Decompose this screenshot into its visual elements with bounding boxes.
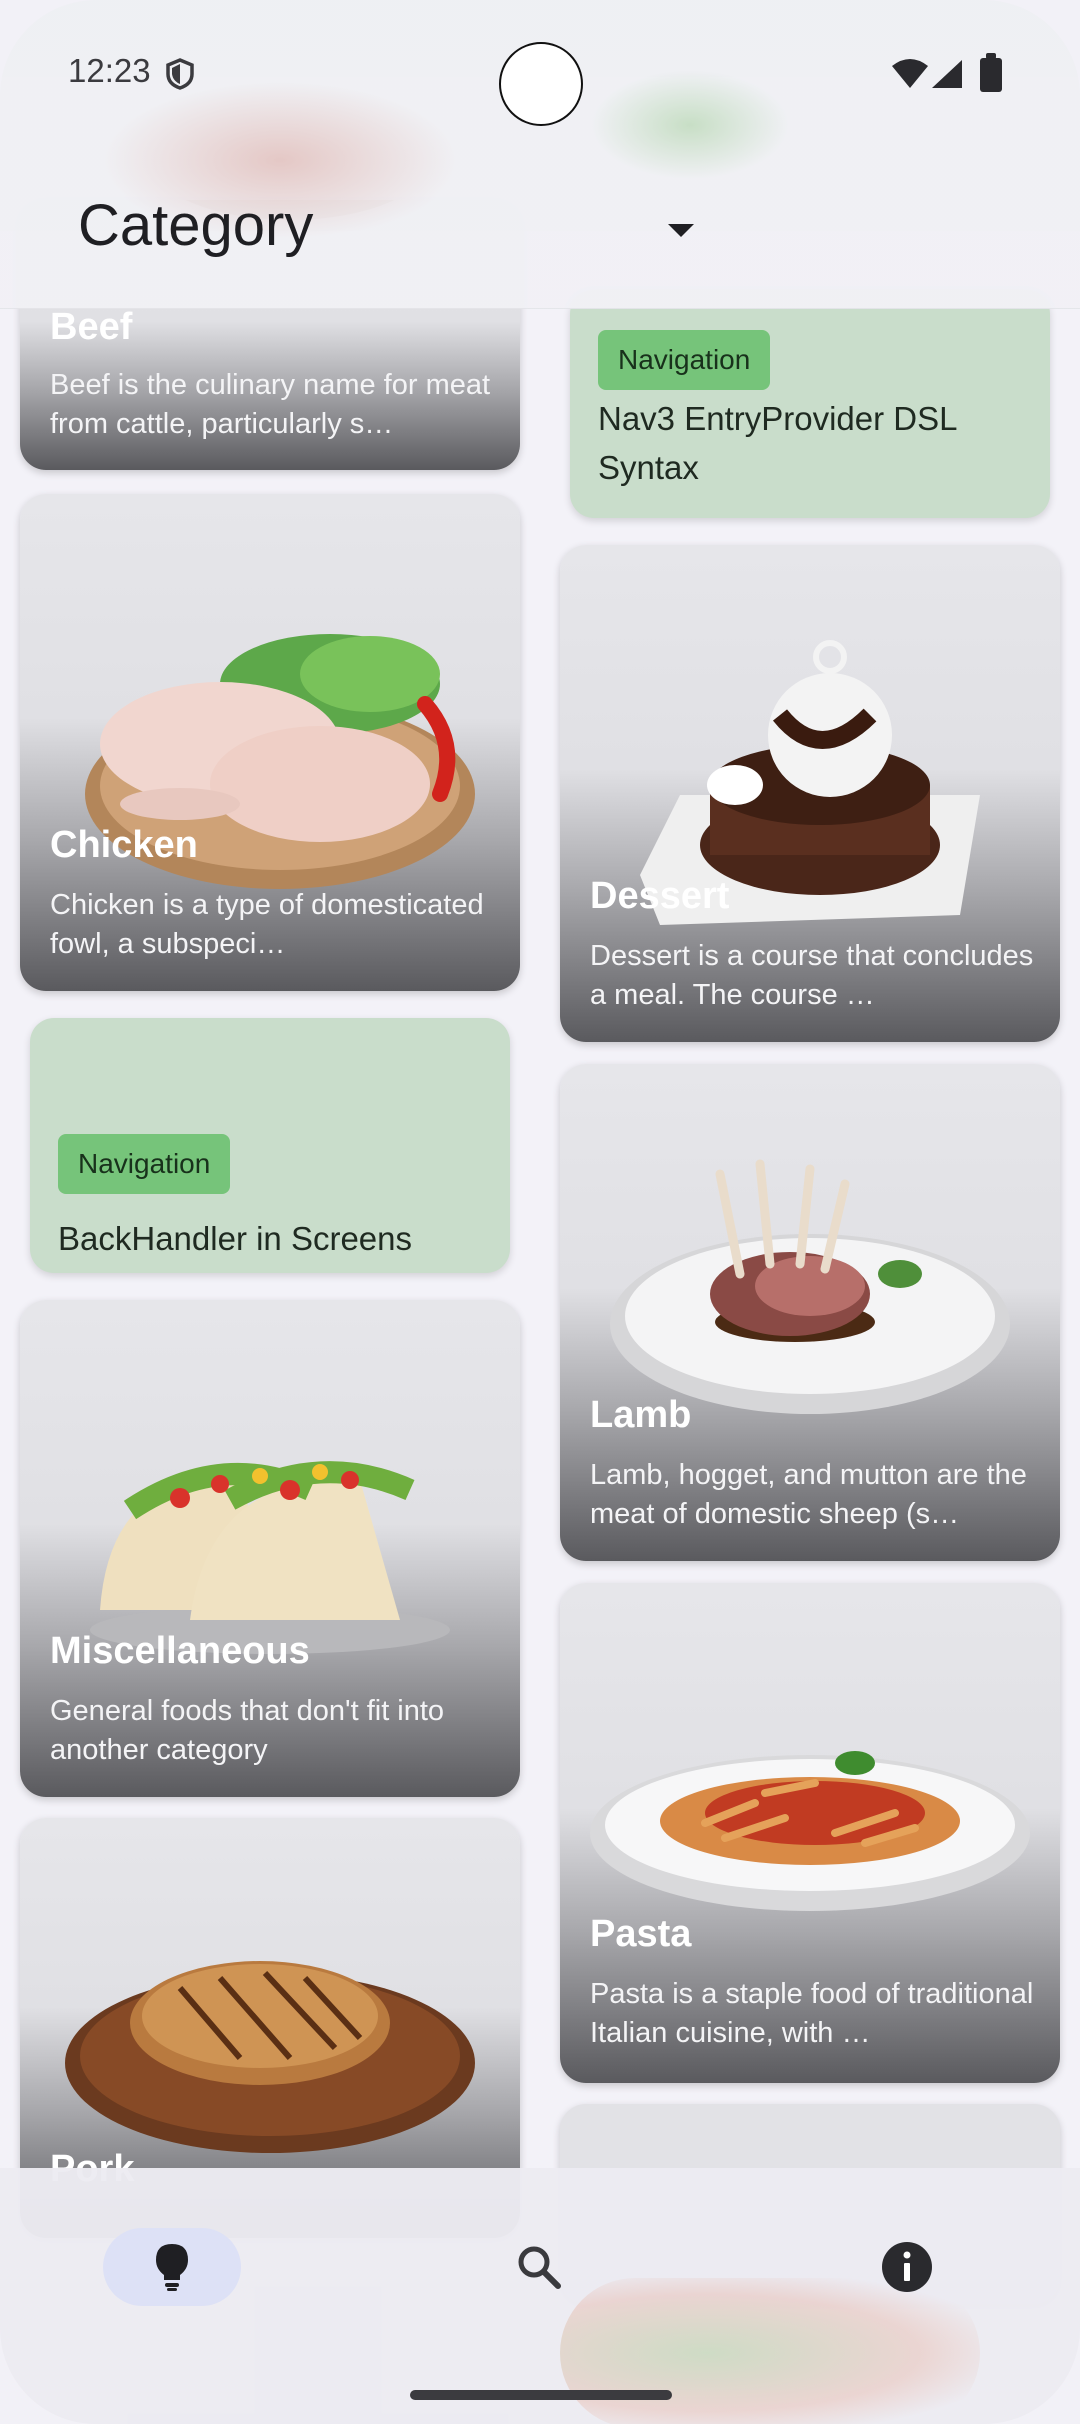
nav-item-search[interactable] <box>470 2228 608 2306</box>
nav-item-about[interactable] <box>838 2228 976 2306</box>
nav-item-ideas[interactable] <box>103 2228 241 2306</box>
card-title: Dessert <box>590 875 730 917</box>
category-card-chicken[interactable]: Chicken Chicken is a type of domesticate… <box>20 494 520 991</box>
card-description: Pasta is a staple food of traditional It… <box>590 1978 1034 2049</box>
status-bar: 12:23 <box>0 0 1080 150</box>
card-title: Lamb <box>590 1394 692 1436</box>
pork-image <box>65 1961 475 2153</box>
card-description: General foods that don't fit into anothe… <box>50 1695 445 1766</box>
category-card-lamb[interactable]: Lamb Lamb, hogget, and mutton are the me… <box>560 1064 1060 1561</box>
navigation-card-backhandler[interactable]: Navigation BackHandler in Screens <box>30 1018 510 1273</box>
category-card-pasta[interactable]: Pasta Pasta is a staple food of traditio… <box>560 1583 1060 2083</box>
info-icon <box>882 2242 932 2292</box>
card-description: Chicken is a type of domesticated fowl, … <box>50 889 484 960</box>
card-title: Pasta <box>590 1913 692 1955</box>
navigation-card-title: BackHandler in Screens <box>58 1220 413 1257</box>
bottom-navigation-bar <box>0 2168 1080 2424</box>
category-card-miscellaneous[interactable]: Miscellaneous General foods that don't f… <box>20 1300 520 1797</box>
lamb-image <box>610 1159 1010 1414</box>
navigation-chip: Navigation <box>598 330 771 390</box>
pasta-image <box>590 1751 1030 1911</box>
cellular-signal-icon <box>932 60 962 88</box>
screen: Beef Beef is the culinary name for meat … <box>0 0 1080 2424</box>
category-title[interactable]: Category <box>78 192 313 259</box>
lightbulb-icon <box>156 2244 188 2291</box>
arrow-drop-down-icon[interactable] <box>668 224 694 237</box>
status-time: 12:23 <box>68 52 151 89</box>
category-card-dessert[interactable]: Dessert Dessert is a course that conclud… <box>560 545 1060 1042</box>
card-description: Lamb, hogget, and mutton are the meat of… <box>590 1459 1027 1530</box>
card-title: Chicken <box>50 824 198 866</box>
card-title: Miscellaneous <box>50 1630 310 1672</box>
front-camera-cutout <box>499 42 583 126</box>
card-description: Dessert is a course that concludes a mea… <box>590 940 1034 1011</box>
wifi-icon <box>892 59 928 88</box>
navigation-chip: Navigation <box>58 1134 231 1194</box>
shield-icon <box>166 58 194 90</box>
navigation-card-title: Nav3 EntryProvider DSL Syntax <box>598 400 957 486</box>
card-title: Beef <box>50 306 133 348</box>
card-description: Beef is the culinary name for meat from … <box>50 369 491 440</box>
navigation-card-nav3-entryprovider[interactable]: Navigation Nav3 EntryProvider DSL Syntax <box>570 290 1050 518</box>
search-icon <box>518 2246 561 2289</box>
battery-icon <box>980 53 1002 92</box>
gesture-handle[interactable] <box>410 2390 672 2400</box>
category-staggered-grid[interactable]: Beef Beef is the culinary name for meat … <box>0 0 1080 2424</box>
